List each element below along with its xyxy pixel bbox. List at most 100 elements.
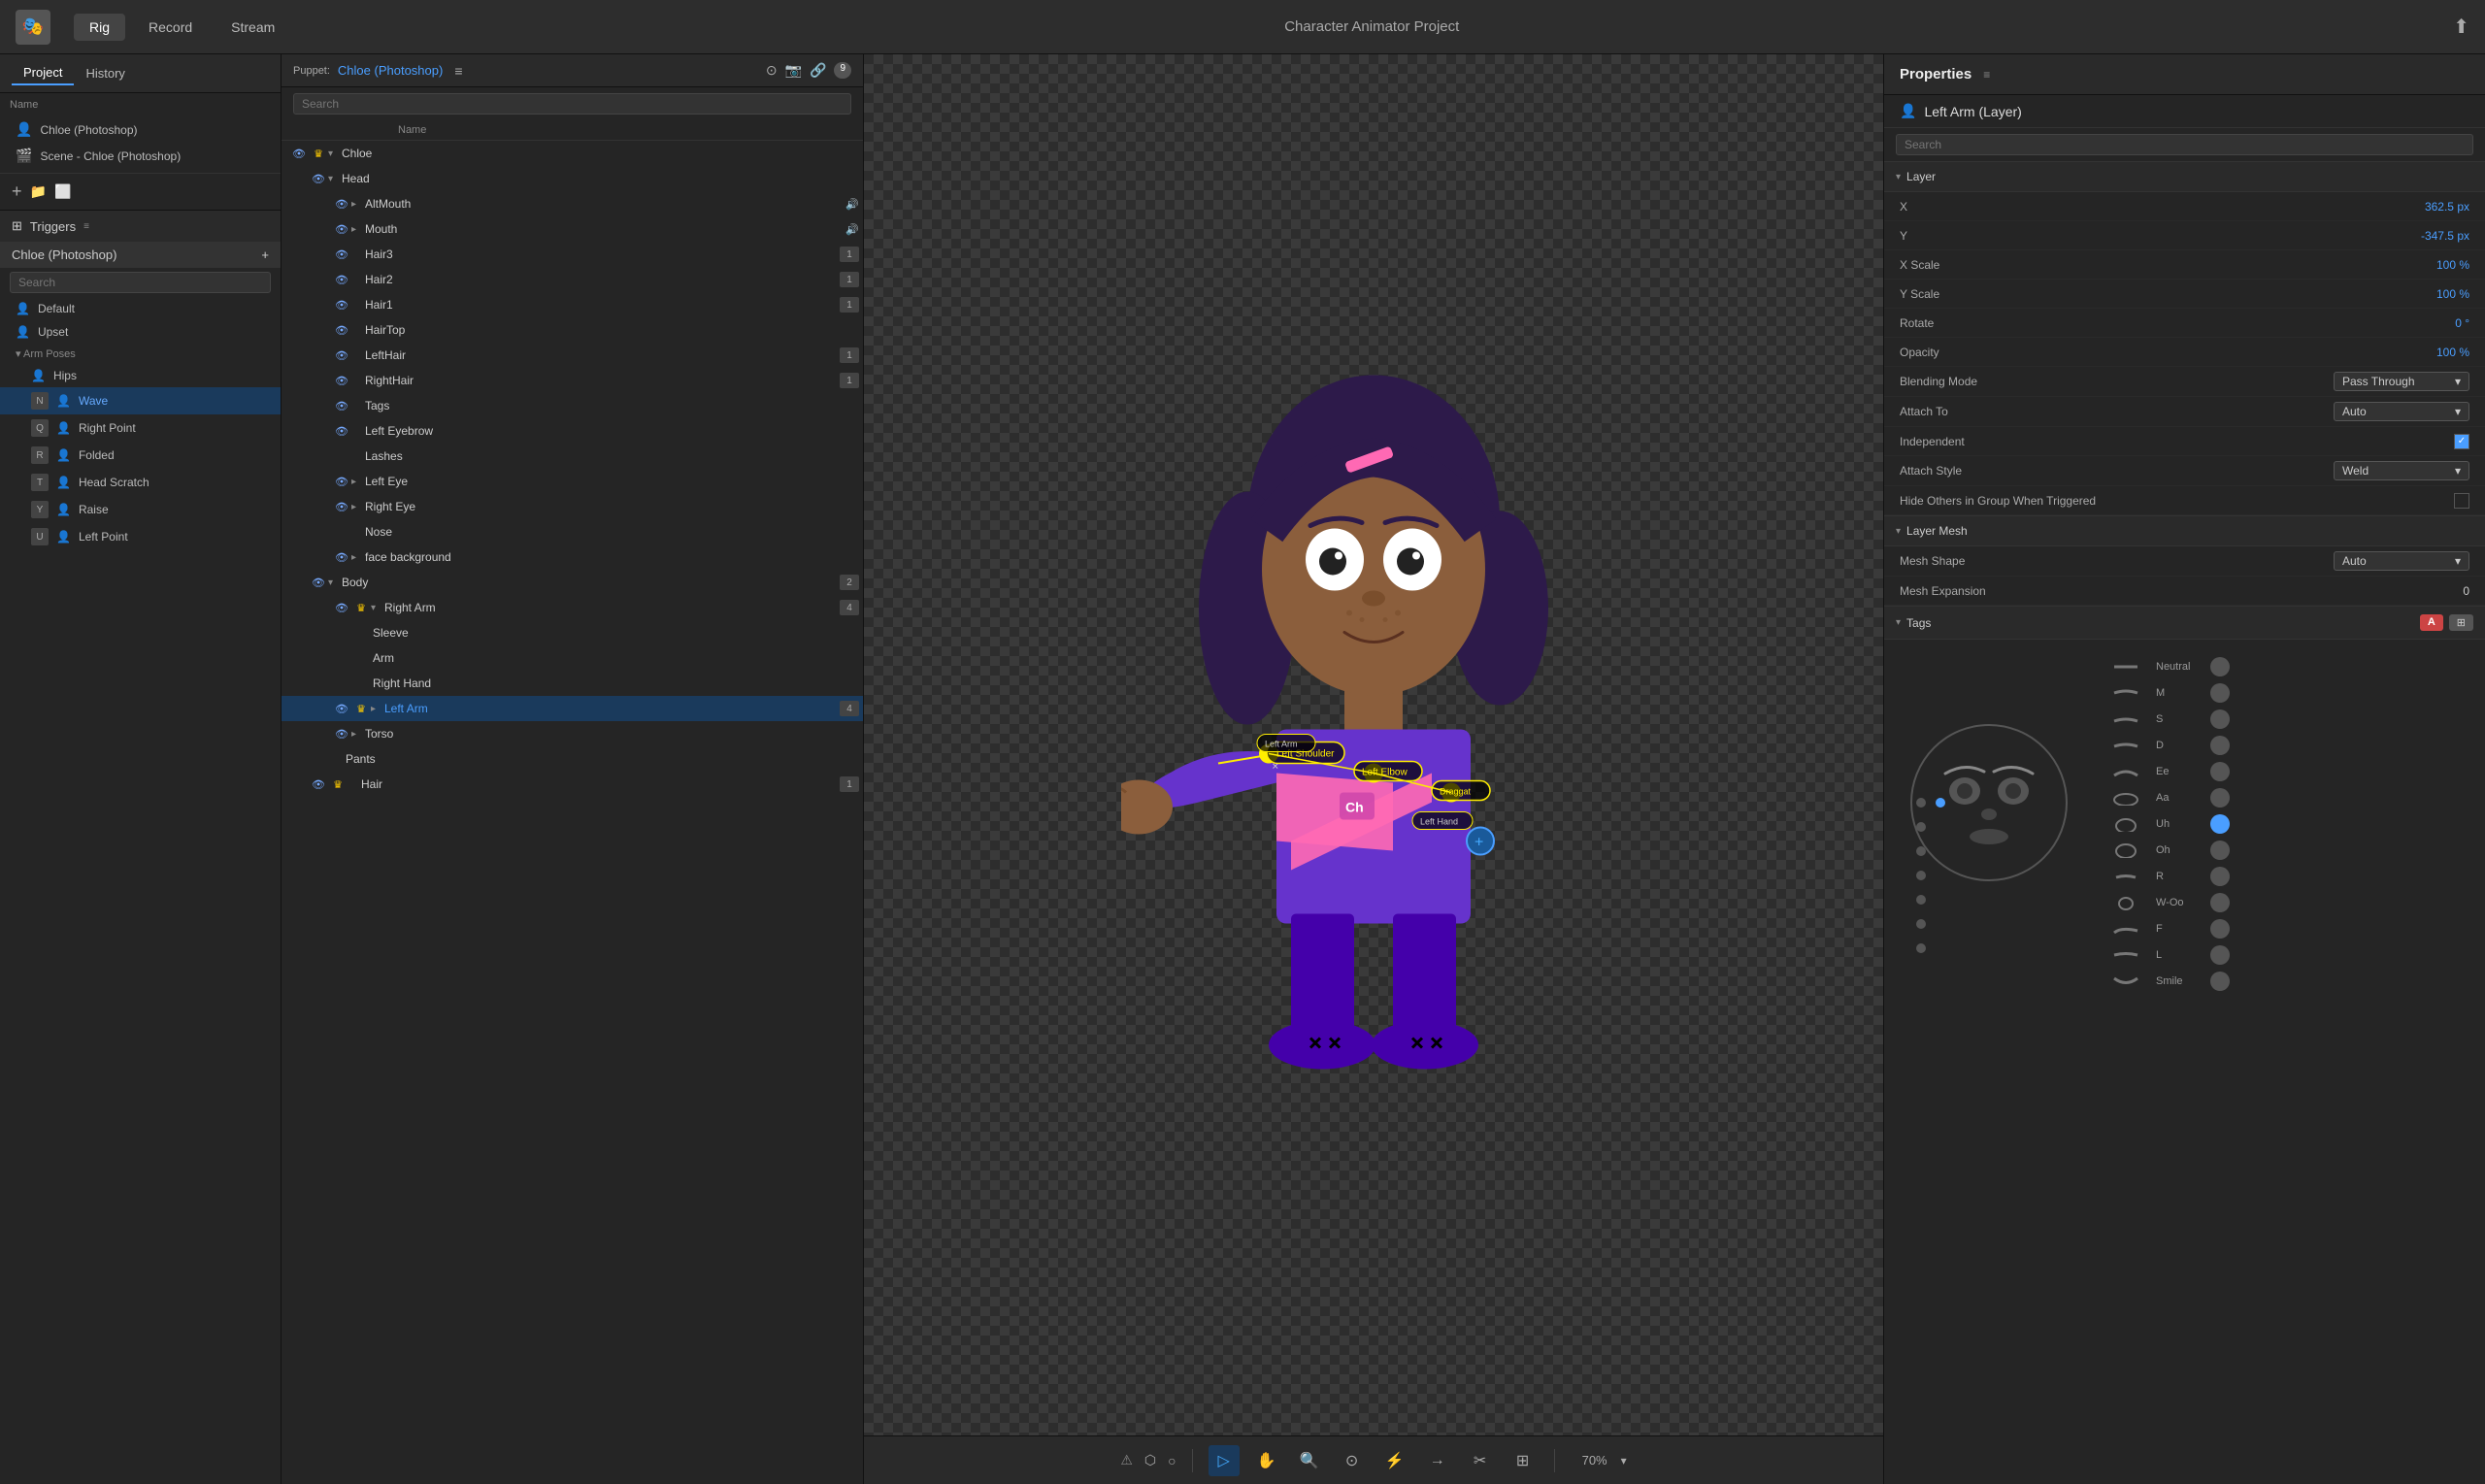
vis-icon[interactable]: 👁 bbox=[332, 375, 351, 387]
layer-options-icon[interactable]: 📷 bbox=[785, 62, 802, 79]
grid-tool-icon[interactable]: ⊞ bbox=[1508, 1445, 1539, 1476]
layer-row[interactable]: 👁 ▸ face background bbox=[282, 544, 863, 570]
trigger-item-upset[interactable]: 👤 Upset bbox=[0, 320, 281, 344]
layer-row[interactable]: 👁 ▸ AltMouth 🔊 bbox=[282, 191, 863, 216]
project-item-scene[interactable]: 🎬 Scene - Chloe (Photoshop) bbox=[0, 143, 281, 169]
props-search-input[interactable] bbox=[1896, 134, 2473, 155]
vis-icon[interactable]: 👁 bbox=[309, 577, 328, 589]
hand-tool-icon[interactable]: ✋ bbox=[1251, 1445, 1282, 1476]
import-icon[interactable]: ⬜ bbox=[54, 183, 71, 200]
rig-icon[interactable]: ♛ bbox=[351, 602, 371, 614]
expand-icon[interactable]: ▾ bbox=[16, 348, 21, 360]
expand-icon[interactable]: ▾ bbox=[328, 174, 342, 184]
triggers-menu-icon[interactable]: ≡ bbox=[83, 221, 89, 232]
project-item-chloe[interactable]: 👤 Chloe (Photoshop) bbox=[0, 116, 281, 143]
expand-icon[interactable]: ▸ bbox=[351, 552, 365, 563]
mesh-expansion-value[interactable]: 0 bbox=[2392, 584, 2469, 598]
vis-icon[interactable]: 👁 bbox=[332, 349, 351, 362]
layer-row[interactable]: 👁 Hair2 1 bbox=[282, 267, 863, 292]
vis-icon[interactable]: 👁 bbox=[332, 198, 351, 211]
expand-icon[interactable]: ▸ bbox=[351, 224, 365, 235]
zoom-chevron-icon[interactable]: ▾ bbox=[1621, 1454, 1627, 1468]
layer-search-input[interactable] bbox=[293, 93, 851, 115]
y-scale-value[interactable]: 100 % bbox=[2392, 287, 2469, 301]
layer-row[interactable]: 👁 HairTop bbox=[282, 317, 863, 343]
add-trigger-icon[interactable]: + bbox=[261, 247, 269, 262]
trigger-item-folded[interactable]: R 👤 Folded bbox=[0, 442, 281, 469]
vis-icon[interactable]: 👁 bbox=[332, 703, 351, 715]
expand-icon[interactable]: ▸ bbox=[371, 704, 384, 714]
polygon-icon[interactable]: ⬡ bbox=[1144, 1452, 1156, 1468]
select-tool-icon[interactable]: ▷ bbox=[1209, 1445, 1240, 1476]
layer-row[interactable]: 👁 ♛ Hair 1 bbox=[282, 772, 863, 797]
layer-row[interactable]: Pants bbox=[282, 746, 863, 772]
vis-icon[interactable]: 👁 bbox=[309, 173, 328, 185]
hide-others-checkbox[interactable] bbox=[2454, 493, 2469, 509]
mesh-shape-dropdown[interactable]: Auto ▾ bbox=[2334, 551, 2469, 571]
nav-stream[interactable]: Stream bbox=[215, 14, 290, 41]
layer-link-icon[interactable]: 🔗 bbox=[810, 62, 826, 79]
layer-row[interactable]: 👁 RightHair 1 bbox=[282, 368, 863, 393]
tags-grid-button[interactable]: ⊞ bbox=[2449, 614, 2473, 631]
x-scale-value[interactable]: 100 % bbox=[2392, 258, 2469, 272]
folder-icon[interactable]: 📁 bbox=[30, 183, 47, 200]
blending-mode-dropdown[interactable]: Pass Through ▾ bbox=[2334, 372, 2469, 391]
expand-icon[interactable]: ▸ bbox=[351, 477, 365, 487]
opacity-value[interactable]: 100 % bbox=[2392, 346, 2469, 359]
transform-tool-icon[interactable]: ⚡ bbox=[1379, 1445, 1410, 1476]
attach-to-dropdown[interactable]: Auto ▾ bbox=[2334, 402, 2469, 421]
vis-icon[interactable]: 👁 bbox=[332, 248, 351, 261]
circle-tool-icon[interactable]: ○ bbox=[1168, 1453, 1176, 1468]
nav-record[interactable]: Record bbox=[133, 14, 208, 41]
scissors-tool-icon[interactable]: ✂ bbox=[1465, 1445, 1496, 1476]
solo-icon[interactable]: ⊙ bbox=[766, 62, 778, 79]
vis-icon[interactable]: 👁 bbox=[332, 501, 351, 513]
layer-row-left-arm[interactable]: 👁 ♛ ▸ Left Arm 4 bbox=[282, 696, 863, 721]
layer-row[interactable]: Right Hand bbox=[282, 671, 863, 696]
rotate-value[interactable]: 0 ° bbox=[2392, 316, 2469, 330]
layer-section-header[interactable]: ▾ Layer bbox=[1884, 161, 2485, 192]
rig-icon[interactable]: ♛ bbox=[328, 778, 348, 791]
tags-a-button[interactable]: A bbox=[2420, 614, 2443, 631]
camera-tool-icon[interactable]: ⊙ bbox=[1337, 1445, 1368, 1476]
layer-row[interactable]: 👁 ▸ Left Eye bbox=[282, 469, 863, 494]
trigger-item-right-point[interactable]: Q 👤 Right Point bbox=[0, 414, 281, 442]
expand-icon[interactable]: ▾ bbox=[328, 577, 342, 588]
trigger-item-head-scratch[interactable]: T 👤 Head Scratch bbox=[0, 469, 281, 496]
tags-section-header[interactable]: ▾ Tags A ⊞ bbox=[1884, 606, 2485, 640]
layer-row[interactable]: 👁 ♛ ▾ Right Arm 4 bbox=[282, 595, 863, 620]
layer-row[interactable]: Sleeve bbox=[282, 620, 863, 645]
layer-row[interactable]: 👁 Left Eyebrow bbox=[282, 418, 863, 444]
layer-row[interactable]: Nose bbox=[282, 519, 863, 544]
vis-icon[interactable]: 👁 bbox=[332, 223, 351, 236]
canvas-inner[interactable]: Left Shoulder ✕ Left Elbow Draggat bbox=[864, 54, 1883, 1435]
layer-row[interactable]: 👁 ▸ Right Eye bbox=[282, 494, 863, 519]
nav-rig[interactable]: Rig bbox=[74, 14, 125, 41]
layer-row[interactable]: 👁 Hair1 1 bbox=[282, 292, 863, 317]
layer-row[interactable]: 👁 ▸ Mouth 🔊 bbox=[282, 216, 863, 242]
layer-row[interactable]: 👁 ▸ Torso bbox=[282, 721, 863, 746]
vis-icon[interactable]: 👁 bbox=[309, 778, 328, 791]
vis-icon[interactable]: 👁 bbox=[332, 425, 351, 438]
rig-icon[interactable]: ♛ bbox=[309, 148, 328, 160]
trigger-item-hips[interactable]: 👤 Hips bbox=[0, 364, 281, 387]
hamburger-icon[interactable]: ≡ bbox=[454, 63, 462, 79]
trigger-item-raise[interactable]: Y 👤 Raise bbox=[0, 496, 281, 523]
vis-icon[interactable]: 👁 bbox=[332, 274, 351, 286]
expand-icon[interactable]: ▾ bbox=[328, 148, 342, 159]
vis-icon[interactable]: 👁 bbox=[332, 728, 351, 741]
expand-icon[interactable]: ▸ bbox=[351, 199, 365, 210]
warning-icon[interactable]: ⚠ bbox=[1120, 1452, 1133, 1468]
tab-project[interactable]: Project bbox=[12, 61, 74, 85]
layer-mesh-section-header[interactable]: ▾ Layer Mesh bbox=[1884, 515, 2485, 546]
trigger-item-left-point[interactable]: U 👤 Left Point bbox=[0, 523, 281, 550]
vis-icon[interactable]: 👁 bbox=[332, 400, 351, 412]
x-value[interactable]: 362.5 px bbox=[2392, 200, 2469, 214]
layer-row[interactable]: Arm bbox=[282, 645, 863, 671]
triggers-search-input[interactable] bbox=[10, 272, 271, 293]
attach-style-dropdown[interactable]: Weld ▾ bbox=[2334, 461, 2469, 480]
layer-row[interactable]: 👁 Hair3 1 bbox=[282, 242, 863, 267]
layer-row[interactable]: 👁 Tags bbox=[282, 393, 863, 418]
expand-icon[interactable]: ▾ bbox=[371, 603, 384, 613]
independent-checkbox[interactable]: ✓ bbox=[2454, 434, 2469, 449]
